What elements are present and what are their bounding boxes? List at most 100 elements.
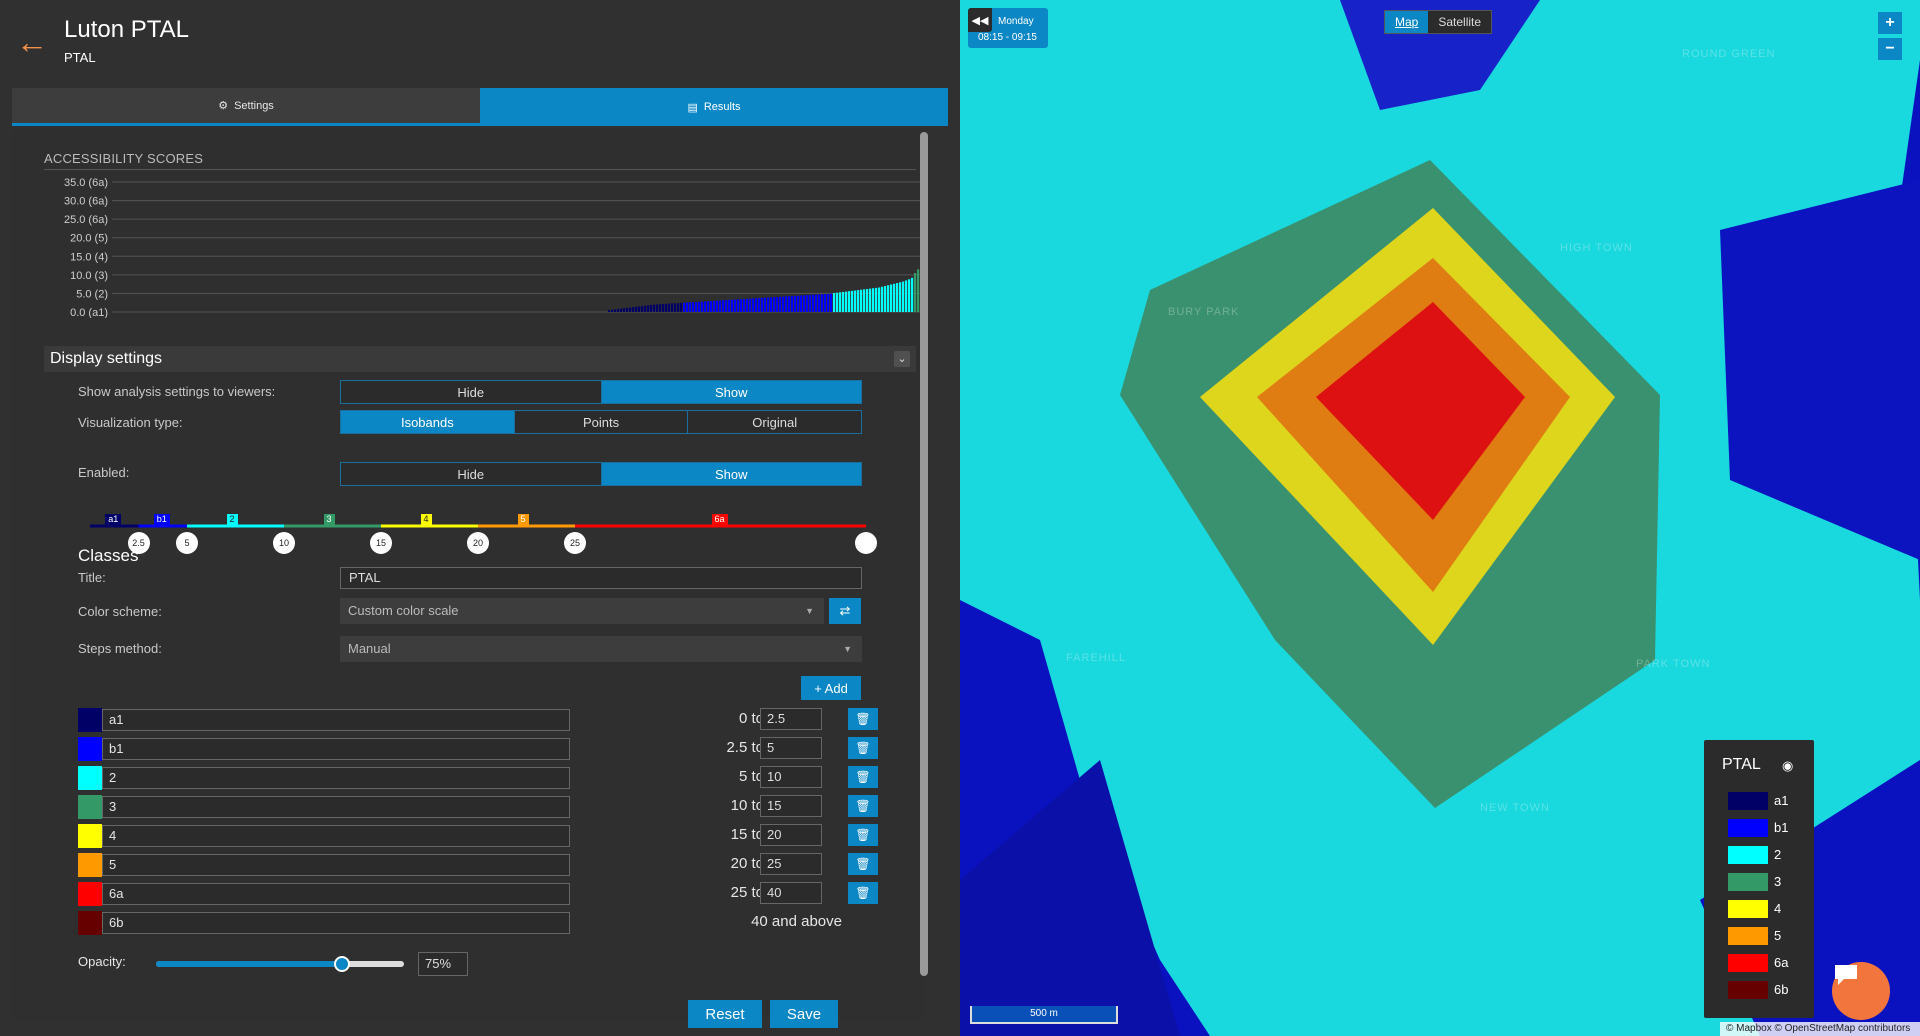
trash-icon[interactable]: 🗑 bbox=[848, 795, 878, 817]
class-to-input[interactable]: 10 bbox=[760, 766, 822, 788]
chart-bar bbox=[638, 306, 641, 312]
range-handle[interactable]: 20 bbox=[467, 532, 489, 554]
trash-icon[interactable]: 🗑 bbox=[848, 824, 878, 846]
zoom-in-button[interactable]: + bbox=[1878, 12, 1902, 34]
range-class-tag: a1 bbox=[105, 514, 122, 525]
swap-icon[interactable]: ⇄ bbox=[829, 598, 861, 624]
opacity-slider[interactable] bbox=[156, 956, 404, 972]
page-title: Luton PTAL bbox=[64, 16, 189, 43]
chart-bar bbox=[755, 298, 758, 312]
time-selector[interactable]: ◀◀ Monday 08:15 - 09:15 bbox=[968, 8, 1048, 48]
chart-bar bbox=[839, 292, 842, 312]
legend-swatch bbox=[1728, 846, 1768, 864]
steps-method-select[interactable]: Manual ▼ bbox=[340, 636, 862, 662]
opacity-handle[interactable] bbox=[334, 956, 350, 972]
legend-swatch bbox=[1728, 873, 1768, 891]
trash-icon[interactable]: 🗑 bbox=[848, 853, 878, 875]
chat-button[interactable] bbox=[1832, 962, 1890, 1020]
class-to-input[interactable]: 15 bbox=[760, 795, 822, 817]
map-view[interactable]: ROUND GREEN BURY PARK HIGH TOWN FAREHILL… bbox=[960, 0, 1920, 1036]
tab-results[interactable]: ▤ Results bbox=[480, 88, 948, 126]
map-type-satellite[interactable]: Satellite bbox=[1428, 11, 1491, 33]
arrow-left-icon[interactable]: ← bbox=[16, 26, 48, 58]
chart-y-tick: 30.0 (6a) bbox=[64, 196, 108, 208]
class-row: 3 10 to 15 🗑 bbox=[78, 795, 878, 819]
zoom-out-button[interactable]: − bbox=[1878, 38, 1902, 60]
trash-icon[interactable]: 🗑 bbox=[848, 766, 878, 788]
chart-bar bbox=[833, 293, 836, 312]
add-class-button[interactable]: + Add bbox=[801, 676, 861, 700]
trash-icon[interactable]: 🗑 bbox=[848, 737, 878, 759]
range-handle[interactable]: 15 bbox=[370, 532, 392, 554]
viz-isobands[interactable]: Isobands bbox=[341, 411, 515, 433]
range-handle[interactable]: 25 bbox=[564, 532, 586, 554]
class-name-input[interactable]: 4 bbox=[102, 825, 570, 847]
opacity-input[interactable]: 75% bbox=[418, 952, 468, 976]
enabled-show[interactable]: Show bbox=[601, 463, 861, 485]
class-color-swatch[interactable] bbox=[78, 882, 102, 906]
legend-label: 6b bbox=[1774, 982, 1789, 997]
class-from-label: 10 to bbox=[730, 797, 764, 814]
page-subtitle: PTAL bbox=[64, 50, 96, 65]
save-button[interactable]: Save bbox=[770, 1000, 838, 1028]
scrollbar-thumb[interactable] bbox=[920, 132, 928, 976]
class-range-slider[interactable]: a1 b1 2 3 4 5 6a 2.5 5 10 15 20 25 bbox=[78, 500, 877, 560]
viz-original[interactable]: Original bbox=[688, 411, 862, 433]
class-color-swatch[interactable] bbox=[78, 766, 102, 790]
chart-bar bbox=[701, 301, 704, 312]
show-settings-show[interactable]: Show bbox=[601, 381, 861, 403]
class-to-input[interactable]: 25 bbox=[760, 853, 822, 875]
class-to-input[interactable]: 2.5 bbox=[760, 708, 822, 730]
chart-svg: 35.0 (6a) 30.0 (6a) 25.0 (6a) 20.0 (5) 15.0 … bbox=[64, 177, 924, 319]
chart-bar bbox=[854, 290, 857, 312]
class-name-input[interactable]: 6b bbox=[102, 912, 570, 934]
range-handle[interactable]: 10 bbox=[273, 532, 295, 554]
map-type-toggle: Map Satellite bbox=[1384, 10, 1493, 34]
class-color-swatch[interactable] bbox=[78, 795, 102, 819]
class-to-input[interactable]: 20 bbox=[760, 824, 822, 846]
chart-bar bbox=[698, 301, 701, 312]
rewind-icon[interactable]: ◀◀ bbox=[968, 8, 992, 32]
chart-canvas: 35.0 (6a) 30.0 (6a) 25.0 (6a) 20.0 (5) 15.0 … bbox=[32, 176, 924, 323]
enabled-hide[interactable]: Hide bbox=[341, 463, 602, 485]
map-attribution[interactable]: © Mapbox © OpenStreetMap contributors bbox=[1720, 1022, 1920, 1036]
color-scheme-select[interactable]: Custom color scale ▼ bbox=[340, 598, 824, 624]
chart-bar bbox=[848, 291, 851, 312]
caret-down-icon: ▼ bbox=[843, 644, 852, 654]
class-color-swatch[interactable] bbox=[78, 737, 102, 761]
class-color-swatch[interactable] bbox=[78, 853, 102, 877]
range-end-handle[interactable] bbox=[855, 532, 877, 554]
chart-bar bbox=[782, 296, 785, 312]
class-color-swatch[interactable] bbox=[78, 824, 102, 848]
show-settings-hide[interactable]: Hide bbox=[341, 381, 602, 403]
range-handle[interactable]: 5 bbox=[176, 532, 198, 554]
chart-bar bbox=[869, 288, 872, 312]
class-color-swatch[interactable] bbox=[78, 911, 102, 935]
class-name-input[interactable]: 2 bbox=[102, 767, 570, 789]
tab-settings[interactable]: ⚙ Settings bbox=[12, 88, 480, 126]
class-name-input[interactable]: 3 bbox=[102, 796, 570, 818]
reset-button[interactable]: Reset bbox=[688, 1000, 762, 1028]
class-from-label: 2.5 to bbox=[726, 739, 764, 756]
title-input[interactable]: PTAL bbox=[340, 567, 862, 589]
class-color-swatch[interactable] bbox=[78, 708, 102, 732]
class-name-input[interactable]: 6a bbox=[102, 883, 570, 905]
class-name-input[interactable]: b1 bbox=[102, 738, 570, 760]
accessibility-title: ACCESSIBILITY SCORES bbox=[44, 151, 204, 166]
class-name-input[interactable]: 5 bbox=[102, 854, 570, 876]
eye-icon[interactable]: ◉ bbox=[1782, 758, 1800, 773]
class-to-input[interactable]: 40 bbox=[760, 882, 822, 904]
chart-bar bbox=[863, 289, 866, 312]
class-to-input[interactable]: 5 bbox=[760, 737, 822, 759]
map-type-map[interactable]: Map bbox=[1385, 11, 1429, 33]
trash-icon[interactable]: 🗑 bbox=[848, 882, 878, 904]
class-name-input[interactable]: a1 bbox=[102, 709, 570, 731]
chart-bar bbox=[692, 302, 695, 312]
chevron-down-icon[interactable]: ⌄ bbox=[894, 351, 910, 367]
display-settings-header[interactable]: Display settings ⌄ bbox=[44, 346, 916, 372]
scrollbar[interactable] bbox=[920, 132, 928, 976]
chart-bar bbox=[725, 300, 728, 312]
trash-icon[interactable]: 🗑 bbox=[848, 708, 878, 730]
viz-points[interactable]: Points bbox=[514, 411, 689, 433]
place-label: FAREHILL bbox=[1066, 652, 1126, 664]
